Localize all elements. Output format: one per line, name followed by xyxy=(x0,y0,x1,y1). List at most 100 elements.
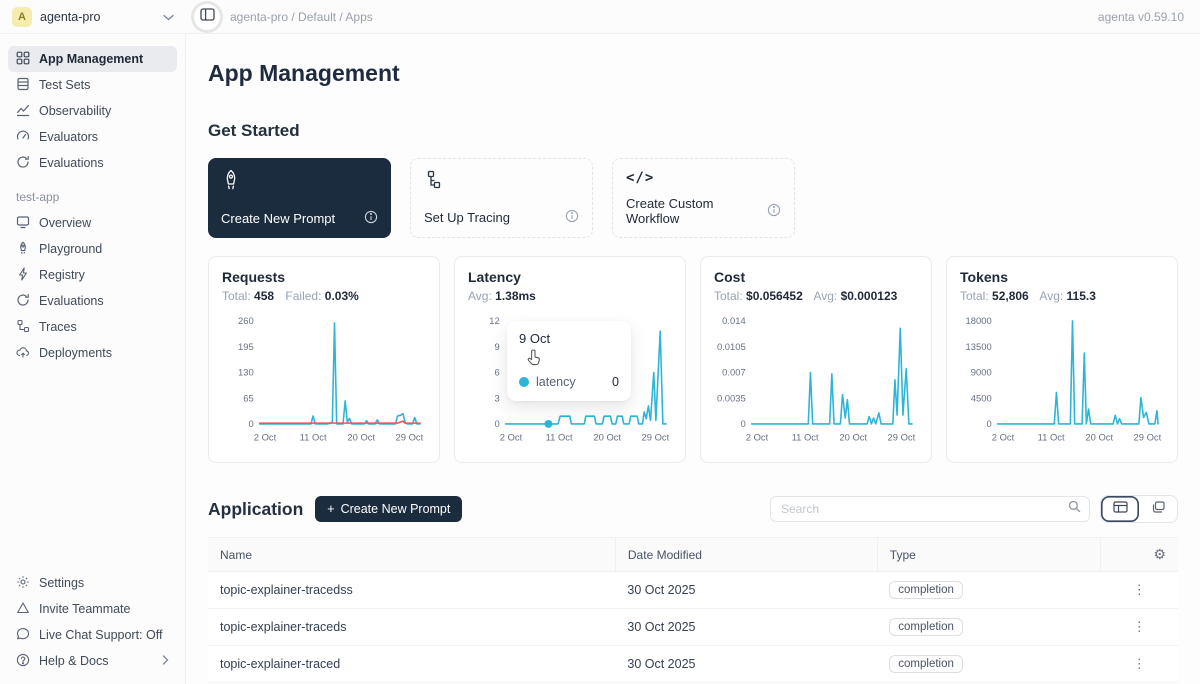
svg-text:130: 130 xyxy=(238,367,254,378)
card-view-button[interactable] xyxy=(1139,496,1177,522)
svg-text:0: 0 xyxy=(986,418,991,429)
row-actions-menu[interactable]: ⋮ xyxy=(1100,646,1178,683)
create-new-prompt-button[interactable]: + Create New Prompt xyxy=(315,496,462,522)
table-view-icon xyxy=(1113,500,1128,518)
invite-teammate-icon xyxy=(16,601,30,618)
app-name[interactable]: topic-explainer-tracedss xyxy=(208,572,615,609)
panel-toggle-icon xyxy=(200,8,215,26)
sidebar-item-overview[interactable]: Overview xyxy=(8,210,177,236)
svg-text:11 Oct: 11 Oct xyxy=(792,432,819,443)
lightning-icon xyxy=(16,267,30,284)
set-up-tracing-card[interactable]: Set Up Tracing xyxy=(410,158,593,238)
column-header-name[interactable]: Name xyxy=(208,538,615,572)
svg-text:29 Oct: 29 Oct xyxy=(642,432,670,443)
svg-text:0.007: 0.007 xyxy=(722,367,746,378)
latency-chart-card: Latency Avg: 1.38ms 0369122 Oct11 Oct20 … xyxy=(454,256,686,463)
svg-text:65: 65 xyxy=(243,392,253,403)
svg-text:29 Oct: 29 Oct xyxy=(396,432,424,443)
svg-text:9000: 9000 xyxy=(971,367,992,378)
row-actions-menu[interactable]: ⋮ xyxy=(1100,572,1178,609)
code-icon: </> xyxy=(626,170,781,186)
search-icon[interactable] xyxy=(1068,500,1081,518)
svg-text:12: 12 xyxy=(489,315,499,326)
sidebar-item-traces[interactable]: Traces xyxy=(8,314,177,340)
svg-text:9: 9 xyxy=(494,341,499,352)
svg-text:0: 0 xyxy=(494,418,499,429)
create-custom-workflow-card[interactable]: </> Create Custom Workflow xyxy=(612,158,795,238)
chart-title: Cost xyxy=(714,269,918,285)
requests-chart-card: Requests Total: 458 Failed: 0.03% 065130… xyxy=(208,256,440,463)
series-dot xyxy=(519,377,529,387)
chart-stats: Total: $0.056452 Avg: $0.000123 xyxy=(714,289,918,303)
table-row[interactable]: topic-explainer-traced 30 Oct 2025 compl… xyxy=(208,646,1178,683)
sidebar-toggle-button[interactable] xyxy=(194,4,220,30)
column-header-type[interactable]: Type xyxy=(877,538,1100,572)
svg-text:20 Oct: 20 Oct xyxy=(839,432,867,443)
chart-stats: Avg: 1.38ms xyxy=(468,289,672,303)
tooltip-series-row: latency 0 xyxy=(519,375,619,389)
search-box[interactable] xyxy=(770,496,1090,522)
sidebar-item-label: Evaluations xyxy=(39,294,104,308)
application-heading: Application xyxy=(208,499,303,520)
row-actions-menu[interactable]: ⋮ xyxy=(1100,609,1178,646)
sidebar-item-registry[interactable]: Registry xyxy=(8,262,177,288)
app-date: 30 Oct 2025 xyxy=(615,609,877,646)
breadcrumb[interactable]: agenta-pro / Default / Apps xyxy=(230,10,373,24)
table-settings-gear-icon[interactable]: ⚙ xyxy=(1153,546,1166,562)
chart-tooltip: 9 Oct latency 0 xyxy=(507,321,631,401)
application-header: Application + Create New Prompt xyxy=(208,495,1178,523)
card-label: Set Up Tracing xyxy=(424,210,510,225)
sidebar-item-label: Invite Teammate xyxy=(39,602,130,616)
svg-text:0.0035: 0.0035 xyxy=(717,392,746,403)
test-sets-icon xyxy=(16,77,30,94)
sidebar-item-label: Playground xyxy=(39,242,102,256)
sidebar-item-help-docs[interactable]: Help & Docs xyxy=(8,648,177,674)
table-row[interactable]: topic-explainer-traceds 30 Oct 2025 comp… xyxy=(208,609,1178,646)
info-icon xyxy=(364,210,378,227)
table-view-button[interactable] xyxy=(1101,496,1139,522)
svg-text:13500: 13500 xyxy=(966,341,992,352)
create-new-prompt-card[interactable]: Create New Prompt xyxy=(208,158,391,238)
sidebar-item-label: Evaluations xyxy=(39,156,104,170)
sidebar-item-test-sets[interactable]: Test Sets xyxy=(8,72,177,98)
app-name[interactable]: topic-explainer-traced xyxy=(208,646,615,683)
sidebar-footer: Settings Invite Teammate Live Chat Suppo… xyxy=(8,570,177,674)
search-input[interactable] xyxy=(781,502,1068,516)
app-date: 30 Oct 2025 xyxy=(615,572,877,609)
sidebar-item-invite-teammate[interactable]: Invite Teammate xyxy=(8,596,177,622)
sidebar-item-label: Registry xyxy=(39,268,85,282)
requests-chart[interactable]: 0651301952602 Oct11 Oct20 Oct29 Oct xyxy=(222,313,426,451)
svg-text:2 Oct: 2 Oct xyxy=(254,432,277,443)
sidebar-item-playground[interactable]: Playground xyxy=(8,236,177,262)
refresh-circle-icon xyxy=(16,293,30,310)
sidebar-item-live-chat[interactable]: Live Chat Support: Off xyxy=(8,622,177,648)
table-row[interactable]: topic-explainer-tracedss 30 Oct 2025 com… xyxy=(208,572,1178,609)
svg-text:29 Oct: 29 Oct xyxy=(1134,432,1162,443)
tokens-chart[interactable]: 04500900013500180002 Oct11 Oct20 Oct29 O… xyxy=(960,313,1164,451)
svg-text:0.0105: 0.0105 xyxy=(717,341,746,352)
sidebar-item-evaluations[interactable]: Evaluations xyxy=(8,150,177,176)
workspace-selector[interactable]: A agenta-pro xyxy=(0,7,186,27)
card-label: Create New Prompt xyxy=(221,211,335,226)
type-badge: completion xyxy=(889,581,963,599)
sidebar-item-deployments[interactable]: Deployments xyxy=(8,340,177,366)
svg-text:11 Oct: 11 Oct xyxy=(546,432,573,443)
chevron-down-icon xyxy=(163,8,174,26)
monitor-icon xyxy=(16,215,30,232)
trace-tree-icon xyxy=(424,170,579,195)
sidebar-item-label: App Management xyxy=(39,52,143,66)
sidebar-item-app-management[interactable]: App Management xyxy=(8,46,177,72)
main-content: App Management Get Started Create New Pr… xyxy=(186,34,1200,684)
refresh-circle-icon xyxy=(16,155,30,172)
sidebar-item-evaluators[interactable]: Evaluators xyxy=(8,124,177,150)
chart-title: Latency xyxy=(468,269,672,285)
column-header-date-modified[interactable]: Date Modified xyxy=(615,538,877,572)
rocket-icon xyxy=(221,169,378,196)
svg-text:3: 3 xyxy=(494,392,499,403)
app-name[interactable]: topic-explainer-traceds xyxy=(208,609,615,646)
cost-chart[interactable]: 00.00350.0070.01050.0142 Oct11 Oct20 Oct… xyxy=(714,313,918,451)
sidebar-item-settings[interactable]: Settings xyxy=(8,570,177,596)
sidebar-item-observability[interactable]: Observability xyxy=(8,98,177,124)
metrics-charts-row: Requests Total: 458 Failed: 0.03% 065130… xyxy=(208,256,1178,463)
sidebar-item-evaluations-app[interactable]: Evaluations xyxy=(8,288,177,314)
